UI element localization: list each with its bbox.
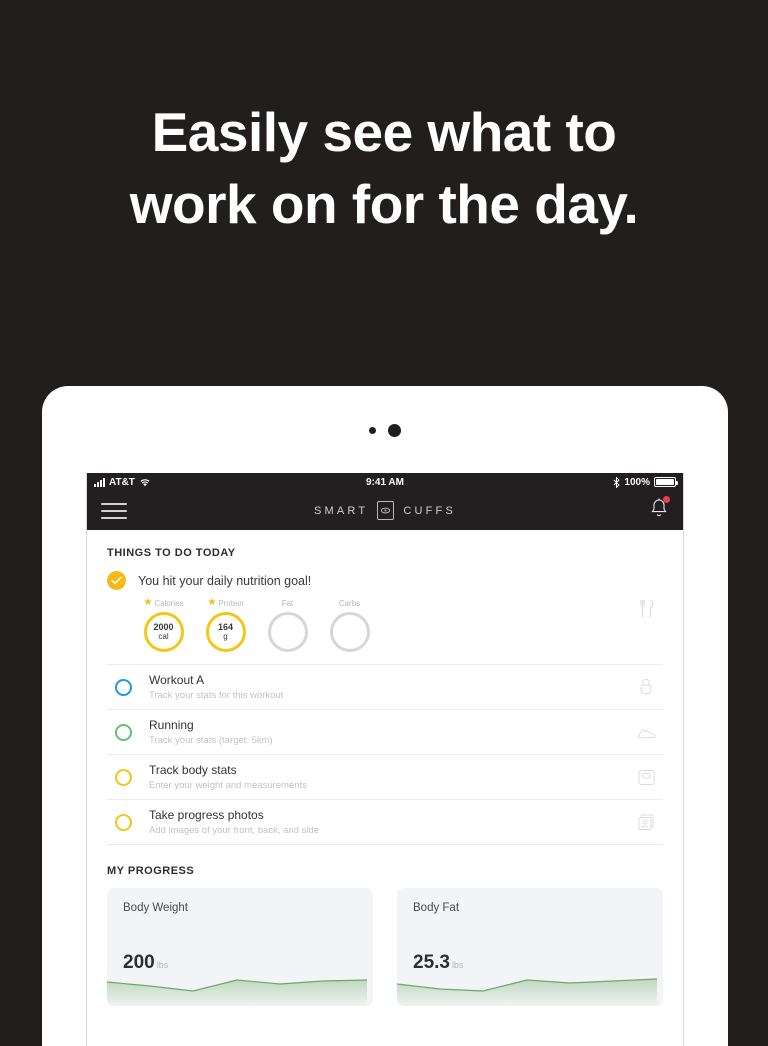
status-bar-right: 100% [613, 476, 678, 488]
table-row[interactable]: Track body stats Enter your weight and m… [107, 754, 663, 799]
nutrition-ring-carbs[interactable]: Carbs [328, 597, 371, 652]
brand-word-right: CUFFS [403, 504, 456, 517]
ring-label-wrap: Carbs [328, 597, 371, 609]
my-progress-heading: MY PROGRESS [107, 865, 195, 877]
device-sensors [42, 424, 728, 437]
task-text: Running Track your stats (target: 5km) [149, 718, 629, 746]
ring-gauge [267, 612, 308, 652]
fork-knife-icon [629, 571, 663, 618]
nutrition-ring-fat[interactable]: Fat [266, 597, 309, 652]
things-to-do-heading: THINGS TO DO TODAY [107, 547, 236, 559]
card-label: Body Fat [413, 902, 460, 914]
ring-label-wrap: ★ Calories [142, 597, 185, 609]
brand-logo: SMART CUFFS [87, 501, 683, 520]
nutrition-ring-calories[interactable]: ★ Calories 2000 cal [142, 597, 185, 652]
headline-line-2: work on for the day. [129, 173, 639, 235]
star-icon: ★ [207, 597, 217, 608]
tablet-device-frame: AT&T 9:41 AM 100% SMART CUFFS THINGS TO … [42, 386, 728, 1046]
ring-label-wrap: ★ Protein [204, 597, 247, 609]
notification-badge [663, 496, 670, 503]
status-bar-time: 9:41 AM [366, 476, 404, 488]
task-title: Running [149, 718, 194, 732]
task-checkbox-running[interactable] [115, 723, 132, 741]
app-content: THINGS TO DO TODAY You hit your daily nu… [87, 530, 683, 1006]
kettlebell-icon [629, 678, 663, 696]
task-text: Workout A Track your stats for this work… [149, 673, 629, 701]
marketing-headline: Easily see what to work on for the day. [0, 96, 768, 240]
nutrition-header: You hit your daily nutrition goal! [107, 571, 629, 590]
task-checkbox-body-stats[interactable] [115, 768, 132, 786]
status-bar: AT&T 9:41 AM 100% [87, 473, 683, 491]
ring-unit: g [223, 632, 228, 641]
ring-gauge: 164 g [205, 612, 246, 652]
table-row[interactable]: Take progress photos Add images of your … [107, 799, 663, 845]
task-subtitle: Track your stats (target: 5km) [149, 735, 273, 746]
card-label: Body Weight [123, 902, 188, 914]
task-checkbox-progress-photos[interactable] [115, 813, 132, 831]
ring-value: 2000 [153, 622, 174, 632]
nutrition-headline: You hit your daily nutrition goal! [138, 573, 312, 588]
task-subtitle: Enter your weight and measurements [149, 780, 307, 791]
task-text: Take progress photos Add images of your … [149, 808, 629, 836]
battery-full-icon [654, 477, 678, 487]
task-text: Track body stats Enter your weight and m… [149, 763, 629, 791]
task-subtitle: Track your stats for this workout [149, 690, 284, 701]
battery-percent-label: 100% [624, 476, 650, 488]
card-value: 25.3 [413, 952, 450, 973]
task-title: Track body stats [149, 763, 237, 777]
progress-cards: Body Weight 200 lbs Body Fat 25.3 lbs [107, 888, 663, 1006]
app-screen: AT&T 9:41 AM 100% SMART CUFFS THINGS TO … [86, 473, 684, 1046]
nutrition-ring-protein[interactable]: ★ Protein 164 g [204, 597, 247, 652]
card-unit: lbs [156, 960, 169, 970]
sparkline-area-chart [107, 979, 367, 1006]
app-navbar: SMART CUFFS [87, 491, 683, 530]
progress-card-body-fat[interactable]: Body Fat 25.3 lbs [397, 888, 663, 1006]
table-row[interactable]: Running Track your stats (target: 5km) [107, 709, 663, 754]
checkmark-icon [107, 571, 126, 590]
table-row[interactable]: Workout A Track your stats for this work… [107, 664, 663, 709]
ring-value: 164 [217, 622, 234, 632]
task-list: Workout A Track your stats for this work… [107, 664, 663, 845]
headline-line-1: Easily see what to [151, 101, 617, 163]
nutrition-rings: ★ Calories 2000 cal ★ Protein 164 g Fat … [107, 597, 629, 652]
hamburger-menu-icon[interactable] [101, 498, 127, 524]
card-unit: lbs [451, 960, 464, 970]
card-value-wrap: 200 lbs [123, 952, 168, 974]
ring-unit: cal [158, 632, 169, 641]
card-value-wrap: 25.3 lbs [413, 952, 464, 974]
nutrition-main: You hit your daily nutrition goal! ★ Cal… [107, 571, 629, 652]
progress-card-body-weight[interactable]: Body Weight 200 lbs [107, 888, 373, 1006]
sensor-dot-icon [388, 424, 401, 437]
ring-label: Carbs [338, 598, 361, 608]
star-icon: ★ [143, 597, 153, 608]
progress-photos-icon [629, 814, 663, 831]
ring-label: Protein [218, 598, 244, 608]
bluetooth-icon [614, 476, 621, 488]
body-scale-icon [629, 769, 663, 786]
brand-word-left: SMART [314, 504, 369, 517]
ring-label: Fat [281, 598, 294, 608]
task-subtitle: Add images of your front, back, and side [149, 825, 320, 836]
nutrition-goal-row[interactable]: You hit your daily nutrition goal! ★ Cal… [107, 571, 663, 652]
task-title: Take progress photos [149, 808, 264, 822]
sparkline-area-chart [397, 978, 657, 1006]
ring-gauge: 2000 cal [143, 612, 184, 652]
ring-label: Calories [154, 598, 184, 608]
card-value: 200 [123, 952, 155, 973]
task-checkbox-workout-a[interactable] [115, 678, 132, 696]
task-title: Workout A [149, 673, 205, 687]
notification-bell-button[interactable] [649, 496, 670, 524]
ring-gauge [329, 612, 370, 652]
smart-cuffs-logo-icon [377, 501, 395, 520]
running-shoe-icon [629, 725, 663, 740]
ring-label-wrap: Fat [266, 597, 309, 609]
camera-dot-icon [369, 427, 376, 434]
